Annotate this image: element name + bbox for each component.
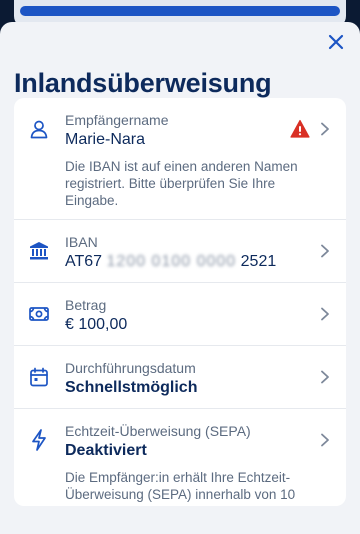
amount-row[interactable]: Betrag € 100,00: [14, 283, 346, 346]
chevron-right-icon: [318, 370, 332, 384]
iban-row[interactable]: IBAN AT67 1200 0100 0000 2521: [14, 220, 346, 283]
close-button[interactable]: [324, 30, 348, 54]
instant-transfer-info: Die Empfänger:in erhält Ihre Echtzeit-Üb…: [65, 470, 301, 506]
instant-transfer-label: Echtzeit-Überweisung (SEPA): [65, 423, 251, 439]
background-button-edge: [20, 6, 340, 16]
page-title: Inlandsüberweisung: [14, 68, 272, 98]
instant-transfer-value: Deaktiviert: [65, 442, 147, 459]
iban-prefix: AT67: [65, 253, 103, 270]
chevron-right-icon: [318, 433, 332, 447]
banknote-icon: [28, 303, 50, 325]
chevron-right-icon: [318, 307, 332, 321]
iban-value: AT67 1200 0100 0000 2521: [65, 252, 302, 272]
execution-date-value: Schnellstmöglich: [65, 379, 198, 396]
transfer-details-card: Empfängername Marie-Nara Die IBAN ist au…: [14, 98, 346, 506]
chevron-right-icon: [318, 244, 332, 258]
calendar-icon: [28, 366, 50, 388]
amount-value: € 100,00: [65, 316, 128, 333]
recipient-name-label: Empfängername: [65, 112, 169, 128]
chevron-right-icon: [318, 122, 332, 136]
iban-suffix: 2521: [240, 253, 277, 270]
person-icon: [28, 118, 50, 140]
recipient-name-value: Marie-Nara: [65, 131, 146, 148]
instant-transfer-row[interactable]: Echtzeit-Überweisung (SEPA) Deaktiviert …: [14, 409, 346, 506]
iban-label: IBAN: [65, 234, 98, 250]
lightning-icon: [28, 429, 50, 451]
warning-triangle-icon: [290, 119, 310, 138]
iban-masked-digits: 1200 0100 0000: [106, 253, 237, 270]
bank-icon: [28, 240, 50, 262]
execution-date-row[interactable]: Durchführungsdatum Schnellstmöglich: [14, 346, 346, 409]
execution-date-label: Durchführungsdatum: [65, 360, 196, 376]
amount-label: Betrag: [65, 297, 107, 313]
close-icon: [328, 34, 344, 50]
recipient-name-row[interactable]: Empfängername Marie-Nara Die IBAN ist au…: [14, 98, 346, 220]
iban-name-mismatch-warning: Die IBAN ist auf einen anderen Namen reg…: [65, 159, 298, 208]
